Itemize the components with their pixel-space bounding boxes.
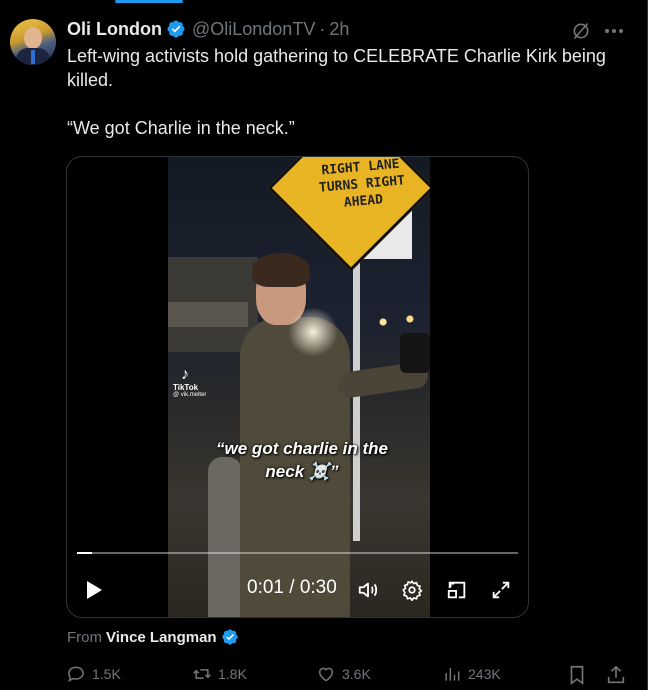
verified-icon [221,629,238,645]
repost-button[interactable]: 1.8K [192,664,247,684]
views-button[interactable]: 243K [442,664,501,684]
bookmark-icon[interactable] [566,664,588,686]
settings-icon[interactable] [401,579,423,601]
top-bar [0,0,648,3]
verified-icon [167,20,185,38]
timestamp[interactable]: 2h [329,19,349,40]
progress-fill [77,552,92,554]
fullscreen-icon[interactable] [490,579,512,601]
timecode: 0:01 / 0:30 [247,577,337,598]
source-attribution: From Vince Langman [67,628,239,646]
person-hair [252,253,310,287]
author-handle[interactable]: @OliLondonTV [192,19,315,40]
tiktok-watermark: ♪ TikTok @ vik.melter [173,366,233,399]
volume-icon[interactable] [357,579,379,601]
author-name[interactable]: Oli London [67,19,162,40]
video-caption: “we got charlie in the neck ☠️” [187,437,417,483]
active-tab-indicator [115,0,183,3]
source-name[interactable]: Vince Langman [106,629,217,646]
like-count: 3.6K [342,666,371,682]
tweet-text-line1: Left-wing activists hold gathering to CE… [67,46,606,90]
tiktok-handle: @ vik.melter [173,392,207,398]
tweet-header: Oli London @OliLondonTV · 2h [67,17,349,41]
source-prefix: From [67,628,102,646]
avatar[interactable] [10,19,56,65]
reply-button[interactable]: 1.5K [66,664,121,684]
avatar-tie [31,50,35,64]
repost-count: 1.8K [218,666,247,682]
pip-icon[interactable] [446,579,468,601]
light-flare [288,307,338,357]
background-awning [168,302,248,327]
share-icon[interactable] [605,664,627,686]
grok-icon[interactable] [571,21,591,41]
repost-icon [193,669,211,679]
tiktok-label: TikTok [173,383,199,392]
caption-line1: “we got charlie in the [216,439,388,458]
road-sign-text: RIGHT LANE TURNS RIGHT AHEAD [310,157,414,214]
reply-count: 1.5K [92,666,121,682]
views-icon [445,668,460,681]
more-icon[interactable] [603,22,625,40]
tweet-text: Left-wing activists hold gathering to CE… [67,44,607,140]
like-icon [319,667,333,682]
tiktok-icon: ♪ [181,366,189,383]
avatar-face [24,27,42,49]
separator: · [319,18,326,39]
like-button[interactable]: 3.6K [316,664,371,684]
action-bar: 1.5K 1.8K 3.6K 243K [66,664,636,688]
caption-line2: neck ☠️” [265,462,339,481]
reply-icon [68,666,84,683]
video-player[interactable]: RIGHT LANE TURNS RIGHT AHEAD ♪ TikTok @ … [66,156,529,618]
views-count: 243K [468,666,501,682]
play-icon[interactable] [83,579,105,601]
progress-bar[interactable] [77,552,518,554]
tweet-text-line2: “We got Charlie in the neck.” [67,118,295,138]
camera [400,333,430,373]
